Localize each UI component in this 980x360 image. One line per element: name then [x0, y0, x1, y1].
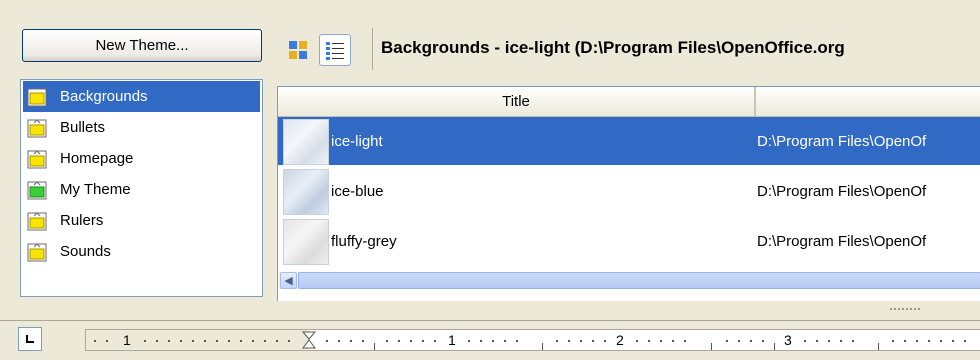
- row-path: D:\Program Files\OpenOf: [757, 132, 927, 150]
- row-title: fluffy-grey: [331, 232, 397, 250]
- folder-yellow-icon: [27, 242, 47, 261]
- indent-marker-icon[interactable]: [302, 331, 316, 349]
- folder-yellow-icon: [27, 88, 47, 106]
- detail-list-icon: [326, 42, 344, 60]
- background-thumbnail: [283, 219, 329, 265]
- theme-item-label: My Theme: [60, 181, 131, 198]
- splitter-grip[interactable]: [875, 307, 935, 311]
- detail-view-button[interactable]: [319, 34, 351, 66]
- table-row[interactable]: ice-light D:\Program Files\OpenOf: [278, 117, 980, 165]
- row-path: D:\Program Files\OpenOf: [757, 182, 927, 200]
- theme-list[interactable]: Backgrounds Bullets Homepage My Theme Ru…: [20, 79, 263, 297]
- folder-yellow-icon: [27, 149, 47, 168]
- left-tab-icon: [26, 335, 34, 343]
- scroll-left-arrow-icon[interactable]: ◀: [280, 272, 297, 289]
- ruler-label: 3: [784, 332, 792, 348]
- theme-details-table[interactable]: Title ice-light D:\Program Files\OpenOf …: [277, 86, 980, 301]
- ruler-label: 1: [448, 332, 456, 348]
- theme-item-backgrounds[interactable]: Backgrounds: [23, 81, 260, 112]
- row-title: ice-light: [331, 132, 383, 150]
- theme-item-my-theme[interactable]: My Theme: [23, 174, 260, 205]
- background-thumbnail: [283, 119, 329, 165]
- theme-item-homepage[interactable]: Homepage: [23, 143, 260, 174]
- theme-item-label: Backgrounds: [60, 88, 148, 105]
- ruler-label: 2: [616, 332, 624, 348]
- table-row[interactable]: fluffy-grey D:\Program Files\OpenOf: [278, 217, 980, 265]
- row-path: D:\Program Files\OpenOf: [757, 232, 927, 250]
- icon-view-button[interactable]: [282, 34, 314, 66]
- theme-item-label: Homepage: [60, 150, 134, 167]
- table-header: Title: [278, 87, 980, 117]
- theme-item-sounds[interactable]: Sounds: [23, 236, 260, 267]
- new-theme-button[interactable]: New Theme...: [22, 29, 262, 62]
- horizontal-ruler[interactable]: 1 1 2 3: [85, 329, 980, 351]
- theme-path-title: Backgrounds - ice-light (D:\Program File…: [381, 38, 845, 57]
- toolbar-separator: [372, 28, 373, 70]
- table-row[interactable]: ice-blue D:\Program Files\OpenOf: [278, 167, 980, 215]
- tab-stop-selector[interactable]: [18, 327, 42, 351]
- new-theme-button-label: New Theme...: [95, 37, 189, 54]
- theme-item-label: Sounds: [60, 243, 111, 260]
- scrollbar-thumb[interactable]: [298, 272, 980, 289]
- folder-yellow-icon: [27, 118, 47, 137]
- icon-view-icon: [289, 41, 307, 59]
- row-title: ice-blue: [331, 182, 384, 200]
- background-thumbnail: [283, 169, 329, 215]
- theme-item-rulers[interactable]: Rulers: [23, 205, 260, 236]
- theme-item-label: Rulers: [60, 212, 104, 229]
- column-header-path[interactable]: [756, 87, 980, 116]
- column-header-title[interactable]: Title: [278, 87, 756, 116]
- theme-item-label: Bullets: [60, 119, 106, 136]
- folder-yellow-icon: [27, 211, 47, 230]
- ruler-label: 1: [123, 332, 131, 348]
- horizontal-scrollbar[interactable]: ◀: [278, 272, 980, 289]
- theme-item-bullets[interactable]: Bullets: [23, 112, 260, 143]
- folder-green-icon: [27, 180, 47, 199]
